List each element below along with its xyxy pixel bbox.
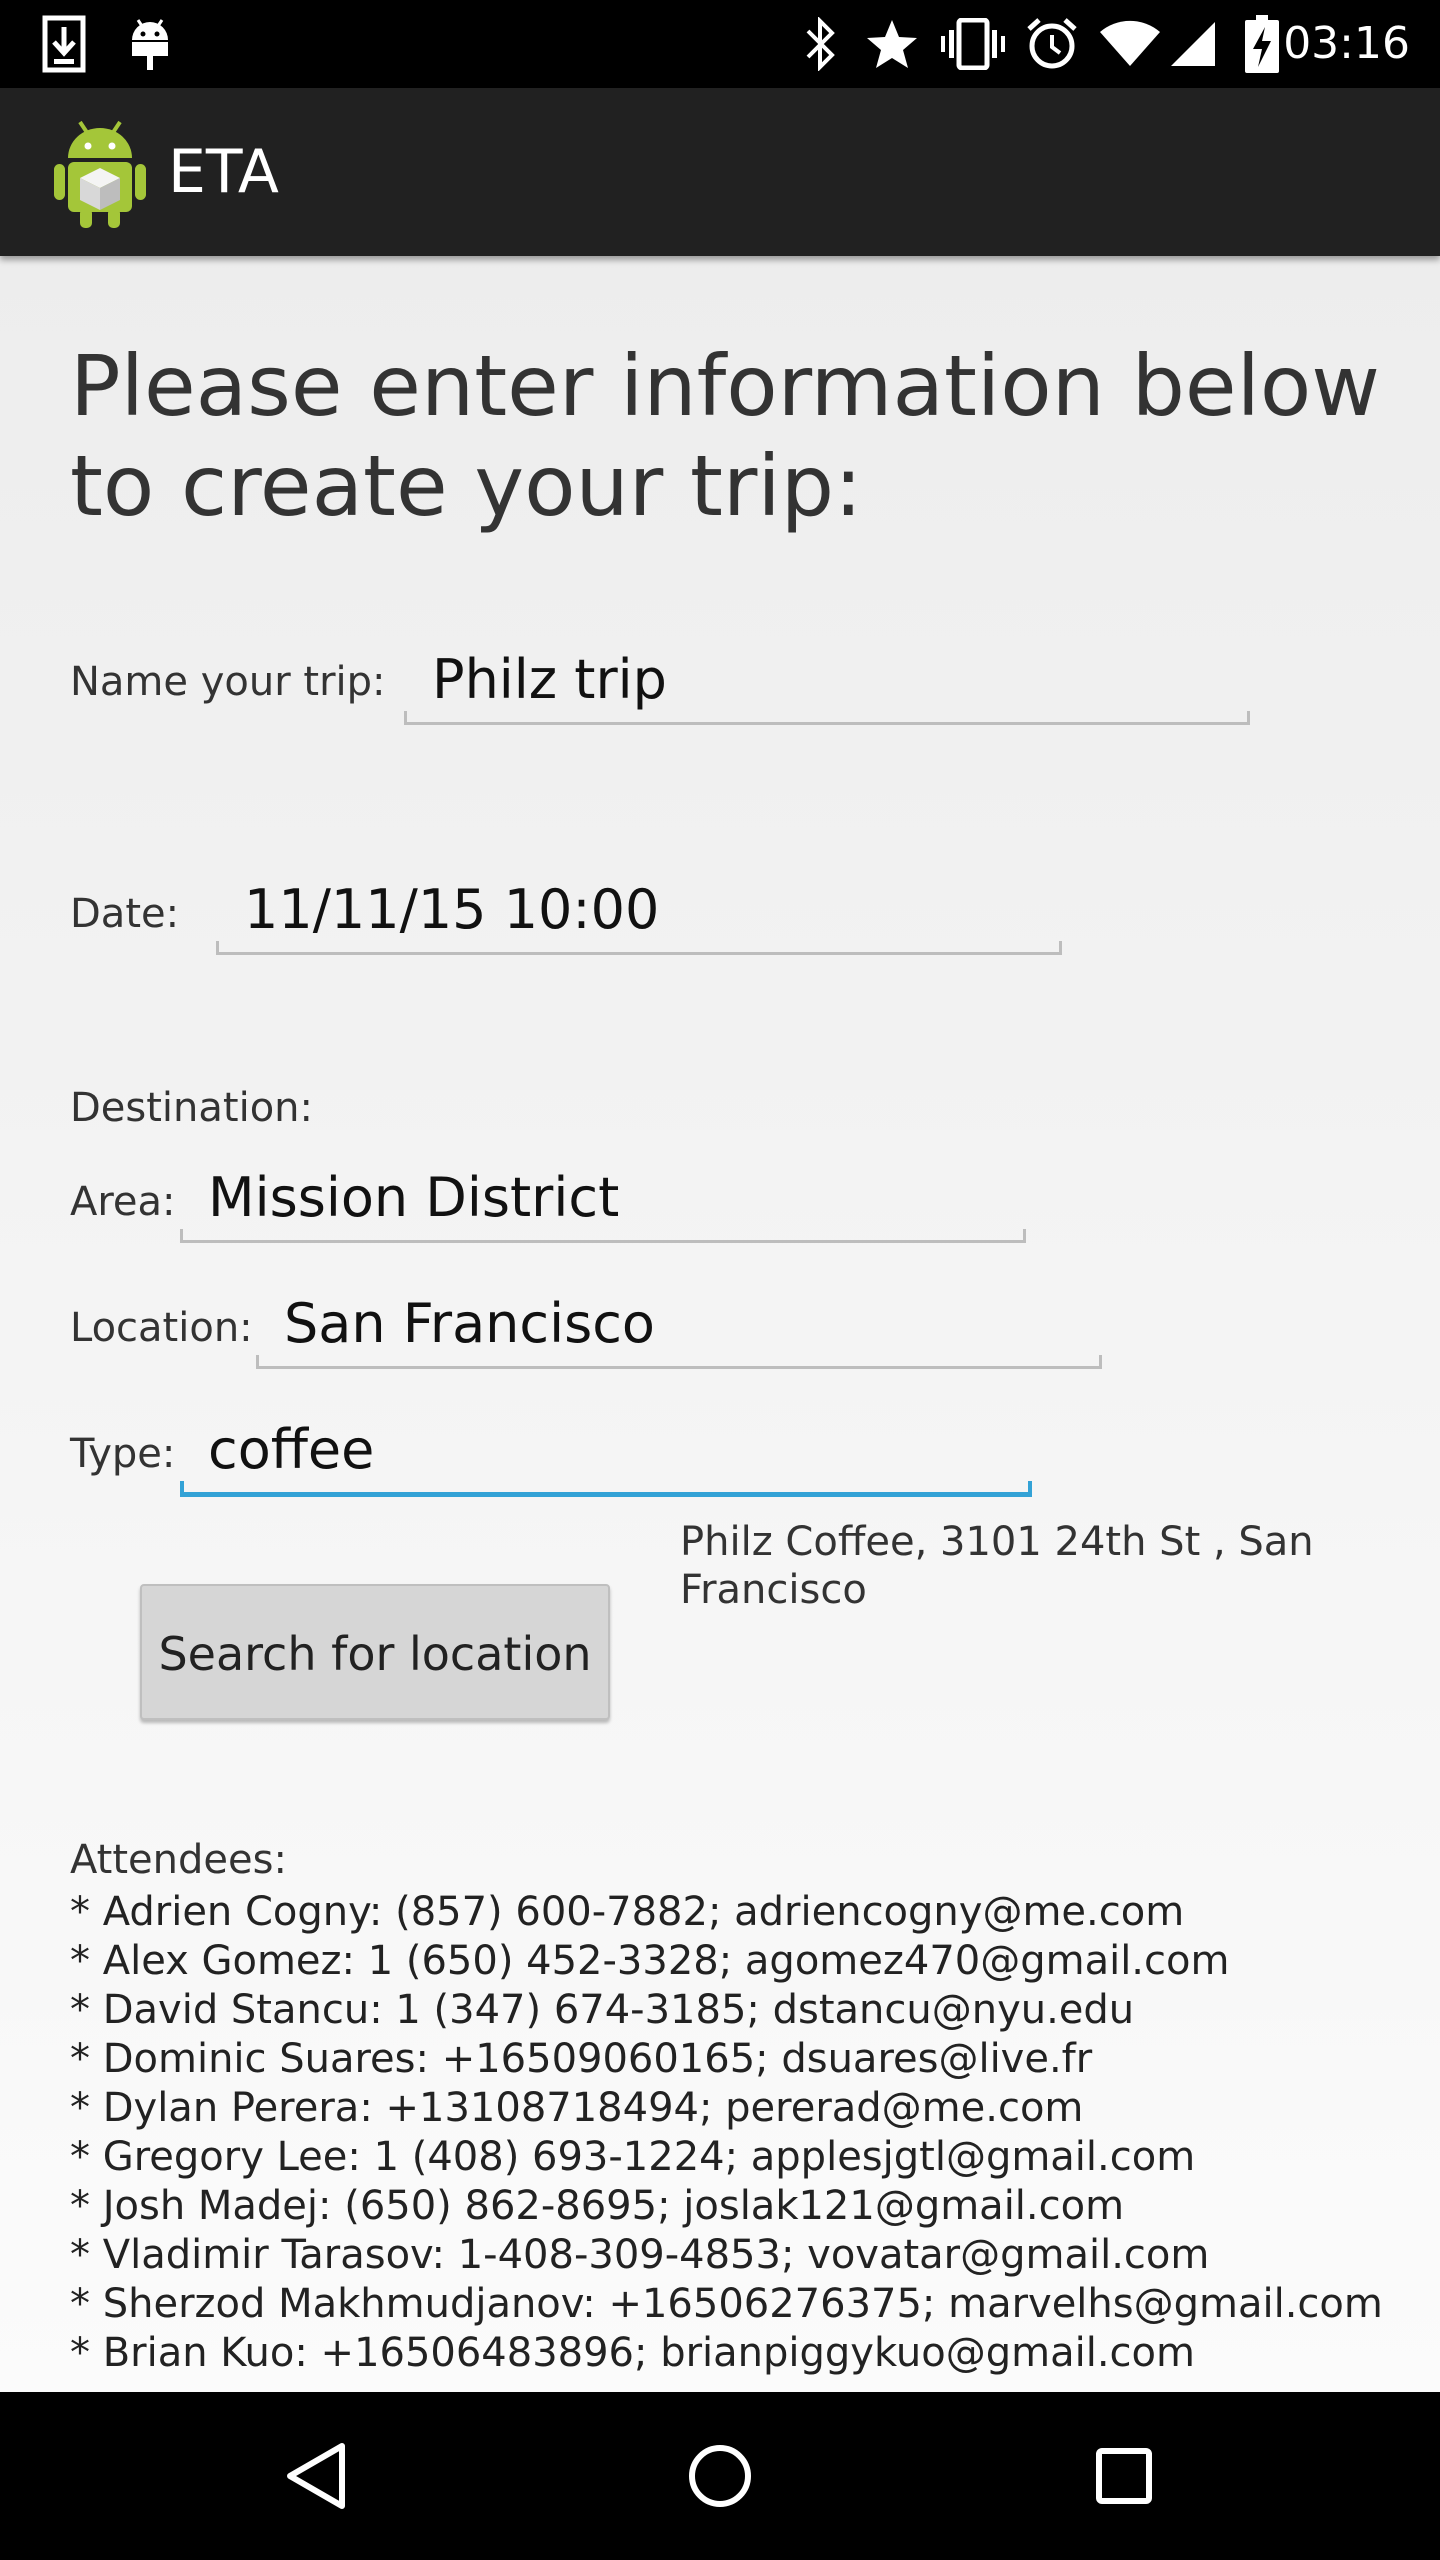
android-debug-icon <box>122 14 178 74</box>
attendee-item: * David Stancu: 1 (347) 674-3185; dstanc… <box>70 1987 1135 2033</box>
android-app-icon <box>50 118 150 230</box>
attendee-item: * Dominic Suares: +16509060165; dsuares@… <box>70 2036 1093 2082</box>
vibrate-icon <box>940 14 1006 74</box>
type-field[interactable]: coffee <box>180 1402 1032 1497</box>
battery-charging-icon <box>1240 14 1284 74</box>
home-icon[interactable] <box>670 2426 770 2526</box>
back-icon[interactable] <box>266 2426 366 2526</box>
attendee-item: * Gregory Lee: 1 (408) 693-1224; applesj… <box>70 2134 1196 2180</box>
wifi-icon <box>1098 14 1162 74</box>
attendee-item: * Josh Madej: (650) 862-8695; joslak121@… <box>70 2183 1125 2229</box>
navigation-bar <box>0 2392 1440 2560</box>
signal-icon <box>1166 14 1220 74</box>
recents-icon[interactable] <box>1074 2426 1174 2526</box>
download-icon <box>36 14 92 74</box>
date-label: Date: <box>70 891 180 937</box>
area-value: Mission District <box>208 1166 620 1229</box>
destination-label: Destination: <box>70 1085 314 1131</box>
bluetooth-icon <box>796 14 846 74</box>
location-value: San Francisco <box>284 1292 655 1355</box>
area-label: Area: <box>70 1179 176 1225</box>
trip-name-label: Name your trip: <box>70 659 386 705</box>
attendee-item: * Vladimir Tarasov: 1-408-309-4853; vova… <box>70 2232 1210 2278</box>
attendee-item: * Brian Kuo: +16506483896; brianpiggykuo… <box>70 2330 1195 2376</box>
search-result-text: Philz Coffee, 3101 24th St , San Francis… <box>680 1519 1314 1613</box>
attendees-label: Attendees: <box>70 1837 287 1883</box>
status-time: 03:16 <box>1283 18 1410 69</box>
app-title: ETA <box>168 137 279 207</box>
action-bar: ETA <box>0 88 1440 256</box>
location-field[interactable]: San Francisco <box>256 1276 1102 1369</box>
attendee-item: * Dylan Perera: +13108718494; pererad@me… <box>70 2085 1084 2131</box>
attendee-item: * Alex Gomez: 1 (650) 452-3328; agomez47… <box>70 1938 1230 1984</box>
location-label: Location: <box>70 1305 253 1351</box>
page-title: Please enter information below to create… <box>70 337 1380 535</box>
area-field[interactable]: Mission District <box>180 1150 1026 1243</box>
attendee-item: * Adrien Cogny: (857) 600-7882; adrienco… <box>70 1889 1185 1935</box>
trip-name-field[interactable]: Philz trip <box>404 632 1250 725</box>
trip-name-value: Philz trip <box>432 648 667 711</box>
attendee-list: * Adrien Cogny: (857) 600-7882; adrienco… <box>70 1888 1430 2378</box>
attendee-item: * Sherzod Makhmudjanov: +16506276375; ma… <box>70 2281 1383 2327</box>
star-icon <box>862 14 922 74</box>
trip-form: Please enter information below to create… <box>0 256 1440 2392</box>
date-value: 11/11/15 10:00 <box>244 878 660 941</box>
type-label: Type: <box>70 1431 176 1477</box>
date-field[interactable]: 11/11/15 10:00 <box>216 862 1062 955</box>
alarm-icon <box>1022 14 1082 74</box>
type-value: coffee <box>208 1418 375 1481</box>
status-bar: 03:16 <box>0 0 1440 88</box>
search-location-button[interactable]: Search for location <box>140 1584 610 1720</box>
